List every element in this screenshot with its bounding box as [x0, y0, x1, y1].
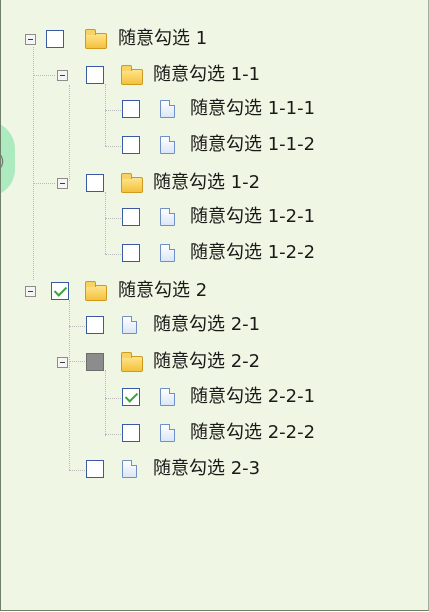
node-label[interactable]: 随意勾选 2-2 [153, 351, 260, 373]
tree-node[interactable]: 随意勾选 2-2 [1, 351, 331, 377]
node-checkbox[interactable] [122, 208, 140, 226]
node-label[interactable]: 随意勾选 1-1-1 [190, 98, 315, 120]
tree-node[interactable]: 随意勾选 1-1-1 [1, 98, 381, 125]
node-label[interactable]: 随意勾选 1-2-1 [190, 206, 315, 228]
collapse-toggle-icon[interactable] [25, 286, 36, 297]
node-label[interactable]: 随意勾选 1-1-2 [190, 134, 315, 156]
folder-icon [85, 29, 107, 49]
node-checkbox[interactable] [86, 460, 104, 478]
tree-node[interactable]: 随意勾选 1-1-2 [1, 134, 381, 161]
file-icon [122, 460, 137, 478]
node-label[interactable]: 随意勾选 2-2-1 [190, 386, 315, 408]
tree-node[interactable]: 随意勾选 1-2-1 [1, 206, 381, 233]
node-label[interactable]: 随意勾选 2-1 [153, 314, 260, 336]
tree-node[interactable]: 随意勾选 1-2 [1, 172, 331, 198]
collapse-toggle-icon[interactable] [57, 178, 68, 189]
tree-node[interactable]: 随意勾选 2-2-2 [1, 422, 381, 449]
file-icon [160, 388, 175, 406]
file-icon [160, 136, 175, 154]
node-label[interactable]: 随意勾选 2 [118, 280, 207, 302]
tree-node[interactable]: 随意勾选 1 [1, 28, 301, 54]
file-icon [160, 244, 175, 262]
tree-node[interactable]: 随意勾选 1-2-2 [1, 242, 381, 269]
folder-icon [121, 65, 143, 85]
node-checkbox[interactable] [122, 244, 140, 262]
node-label[interactable]: 随意勾选 1-2-2 [190, 242, 315, 264]
node-label[interactable]: 随意勾选 2-3 [153, 458, 260, 480]
node-label[interactable]: 随意勾选 1-1 [153, 64, 260, 86]
node-checkbox[interactable] [51, 282, 69, 300]
node-checkbox[interactable] [122, 100, 140, 118]
collapse-toggle-icon[interactable] [57, 70, 68, 81]
node-checkbox[interactable] [46, 30, 64, 48]
tree-node[interactable]: 随意勾选 2-1 [1, 314, 331, 341]
node-checkbox[interactable] [86, 316, 104, 334]
folder-icon [121, 352, 143, 372]
file-icon [122, 316, 137, 334]
node-checkbox[interactable] [122, 388, 140, 406]
node-label[interactable]: 随意勾选 1 [118, 28, 207, 50]
node-checkbox[interactable] [86, 66, 104, 84]
tree-node[interactable]: 随意勾选 2-2-1 [1, 386, 381, 413]
node-checkbox[interactable] [122, 136, 140, 154]
node-checkbox[interactable] [86, 174, 104, 192]
tree-node[interactable]: 随意勾选 2 [1, 280, 301, 306]
tree-node[interactable]: 随意勾选 2-3 [1, 458, 331, 485]
node-label[interactable]: 随意勾选 2-2-2 [190, 422, 315, 444]
file-icon [160, 424, 175, 442]
node-checkbox[interactable] [122, 424, 140, 442]
node-label[interactable]: 随意勾选 1-2 [153, 172, 260, 194]
tree-node[interactable]: 随意勾选 1-1 [1, 64, 331, 90]
file-icon [160, 208, 175, 226]
file-icon [160, 100, 175, 118]
collapse-toggle-icon[interactable] [25, 34, 36, 45]
folder-icon [85, 281, 107, 301]
node-checkbox[interactable] [86, 353, 104, 371]
collapse-toggle-icon[interactable] [57, 357, 68, 368]
folder-icon [121, 173, 143, 193]
tree-panel: ) 随意勾选 1 随意勾选 1-1 随意勾选 1-1-1 随意勾选 1-1-2 [0, 0, 429, 611]
